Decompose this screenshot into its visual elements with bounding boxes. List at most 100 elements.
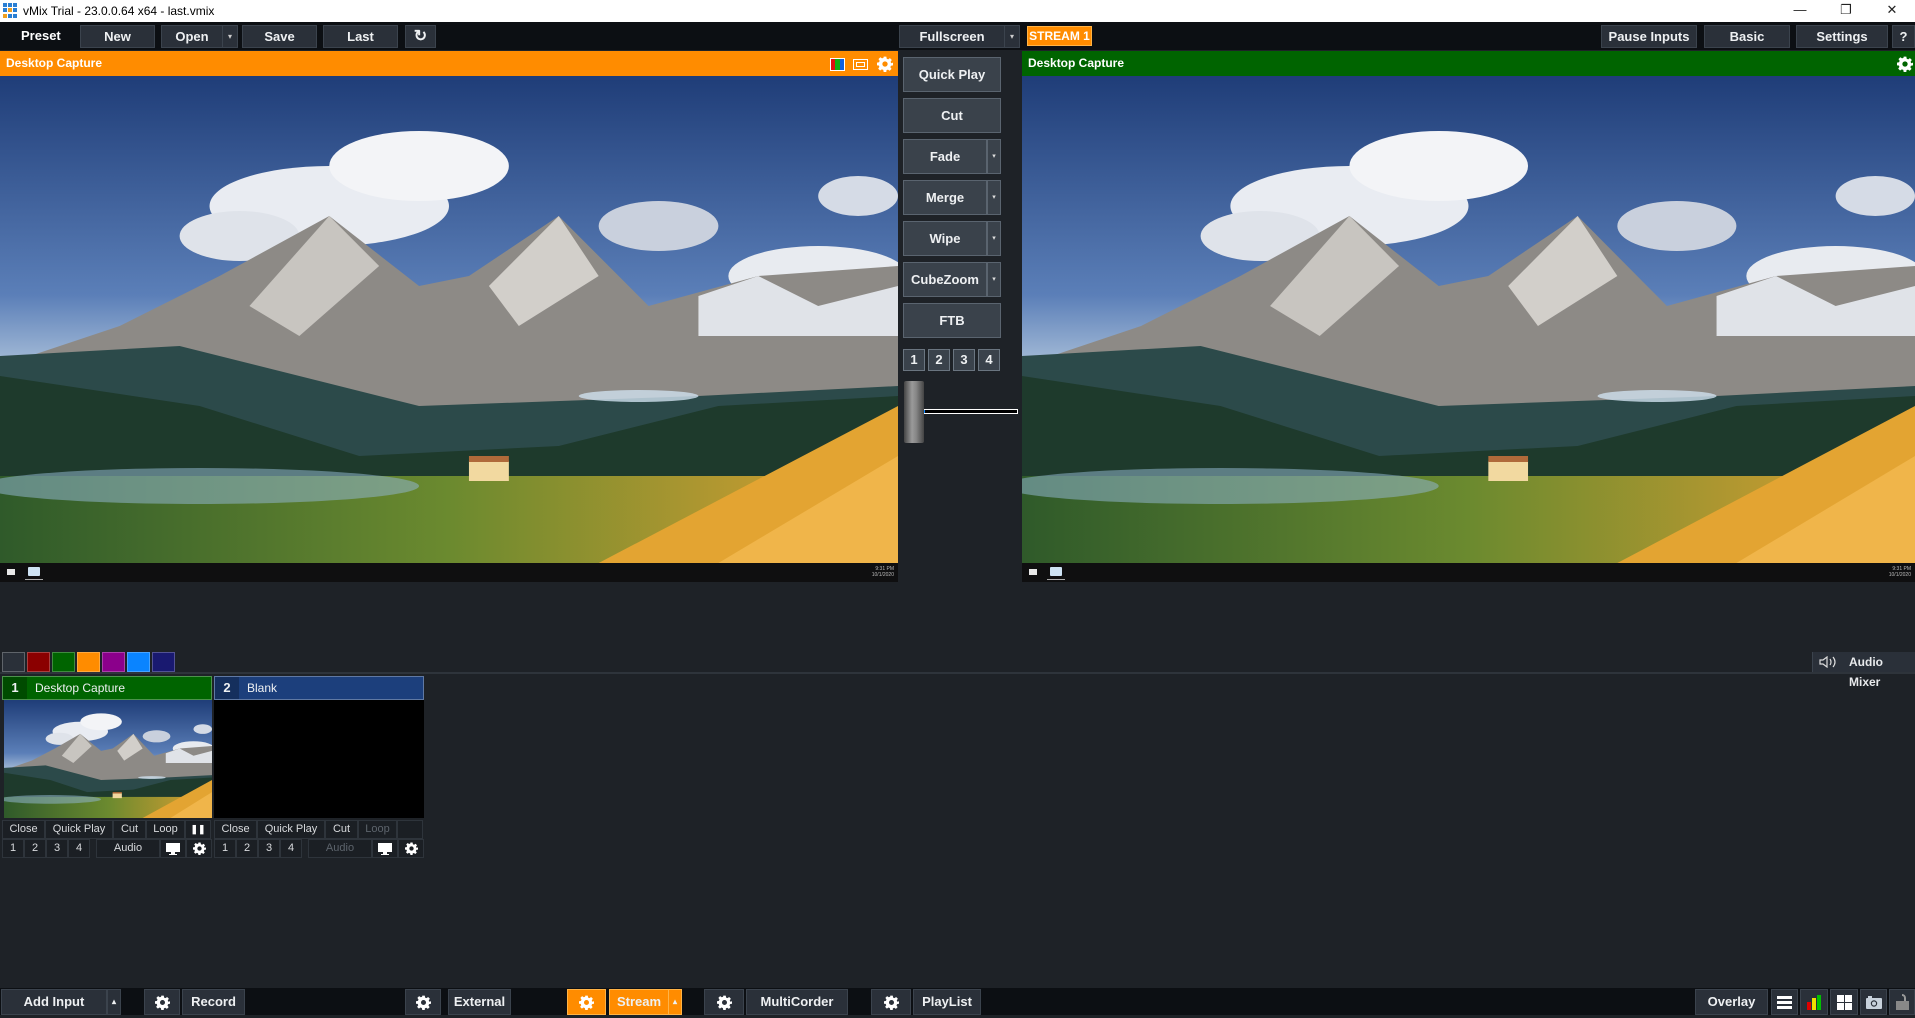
title-bar: vMix Trial - 23.0.0.64 x64 - last.vmix —…	[0, 0, 1915, 22]
fullscreen-button[interactable]: Fullscreen	[899, 25, 1005, 48]
input-2-header[interactable]: 2 Blank	[214, 676, 424, 700]
quick-play-button[interactable]: Quick Play	[903, 57, 1001, 92]
color-tab-6[interactable]	[152, 652, 175, 672]
color-correction-icon[interactable]	[830, 58, 845, 71]
overlay-button[interactable]: Overlay	[1695, 989, 1768, 1015]
color-tab-2[interactable]	[52, 652, 75, 672]
record-settings-gear-icon[interactable]	[144, 989, 180, 1015]
restore-button[interactable]: ❐	[1823, 0, 1869, 22]
cubezoom-button[interactable]: CubeZoom	[903, 262, 987, 297]
wipe-dropdown-button[interactable]: ▾	[987, 221, 1001, 256]
fade-dropdown-button[interactable]: ▾	[987, 139, 1001, 174]
wipe-button[interactable]: Wipe	[903, 221, 987, 256]
transition-4-button[interactable]: 4	[978, 349, 1000, 371]
save-button[interactable]: Save	[242, 25, 317, 48]
overlay-3-button[interactable]: 3	[258, 839, 280, 858]
input-settings-gear-icon[interactable]	[186, 839, 212, 858]
input-quick-play-button[interactable]: Quick Play	[257, 820, 325, 839]
overlay-4-button[interactable]: 4	[280, 839, 302, 858]
external-settings-gear-icon[interactable]	[405, 989, 441, 1015]
input-loop-button[interactable]: Loop	[358, 820, 397, 839]
preview-settings-gear-icon[interactable]	[877, 56, 893, 72]
stream-dropdown-button[interactable]: ▴	[668, 989, 682, 1015]
add-input-dropdown-button[interactable]: ▴	[107, 989, 121, 1015]
monitor-icon[interactable]	[160, 839, 186, 858]
t-bar-slider[interactable]	[904, 381, 924, 443]
help-button[interactable]: ?	[1892, 25, 1915, 48]
list-view-icon[interactable]	[1771, 989, 1798, 1015]
windows-start-icon	[7, 569, 15, 575]
color-tab-1[interactable]	[27, 652, 50, 672]
settings-button[interactable]: Settings	[1796, 25, 1888, 48]
multiview-grid-icon[interactable]	[1830, 989, 1858, 1015]
overlay-2-button[interactable]: 2	[236, 839, 258, 858]
basic-button[interactable]: Basic	[1704, 25, 1790, 48]
pause-icon[interactable]: ❚❚	[185, 820, 211, 839]
output-title: Desktop Capture	[1028, 56, 1125, 70]
vmix-logo-icon	[3, 3, 18, 18]
input-quick-play-button[interactable]: Quick Play	[45, 820, 113, 839]
output-video[interactable]	[1022, 76, 1915, 563]
external-button[interactable]: External	[448, 989, 511, 1015]
audio-mixer-button[interactable]: Audio Mixer	[1812, 652, 1915, 689]
input-cut-button[interactable]: Cut	[325, 820, 358, 839]
input-close-button[interactable]: Close	[214, 820, 257, 839]
preview-video[interactable]	[0, 76, 898, 563]
open-button[interactable]: Open	[161, 25, 223, 48]
overlay-1-button[interactable]: 1	[2, 839, 24, 858]
input-close-button[interactable]: Close	[2, 820, 45, 839]
panel-divider[interactable]	[0, 672, 1915, 674]
multicorder-settings-gear-icon[interactable]	[704, 989, 744, 1015]
color-tab-0[interactable]	[2, 652, 25, 672]
transition-3-button[interactable]: 3	[953, 349, 975, 371]
overlay-2-button[interactable]: 2	[24, 839, 46, 858]
cut-button[interactable]: Cut	[903, 98, 1001, 133]
open-dropdown-button[interactable]: ▾	[222, 25, 238, 48]
playlist-button[interactable]: PlayList	[913, 989, 981, 1015]
input-2-overlay-row: 1 2 3 4 Audio	[214, 839, 426, 858]
merge-button[interactable]: Merge	[903, 180, 987, 215]
input-1-thumbnail[interactable]	[4, 700, 212, 818]
stream-settings-gear-icon[interactable]	[567, 989, 606, 1015]
fullscreen-dropdown-button[interactable]: ▾	[1004, 25, 1020, 48]
new-button[interactable]: New	[80, 25, 155, 48]
transition-2-button[interactable]: 2	[928, 349, 950, 371]
color-tab-5[interactable]	[127, 652, 150, 672]
refresh-icon[interactable]: ↻	[405, 25, 436, 48]
audio-meter-icon[interactable]	[1800, 989, 1828, 1015]
input-audio-button[interactable]: Audio	[96, 839, 160, 858]
close-button[interactable]: ✕	[1869, 0, 1915, 22]
merge-dropdown-button[interactable]: ▾	[987, 180, 1001, 215]
overlay-4-button[interactable]: 4	[68, 839, 90, 858]
input-name: Desktop Capture	[35, 681, 126, 695]
overlay-1-button[interactable]: 1	[214, 839, 236, 858]
playlist-settings-gear-icon[interactable]	[871, 989, 911, 1015]
add-input-button[interactable]: Add Input	[1, 989, 107, 1015]
safe-area-icon[interactable]	[853, 59, 868, 70]
output-settings-gear-icon[interactable]	[1897, 56, 1913, 72]
stream-button[interactable]: Stream	[609, 989, 669, 1015]
transition-1-button[interactable]: 1	[903, 349, 925, 371]
color-tab-4[interactable]	[102, 652, 125, 672]
lock-icon[interactable]	[1889, 989, 1915, 1015]
input-audio-button[interactable]: Audio	[308, 839, 372, 858]
input-1-header[interactable]: 1 Desktop Capture	[2, 676, 212, 700]
cubezoom-dropdown-button[interactable]: ▾	[987, 262, 1001, 297]
stream-status-badge[interactable]: STREAM 1	[1027, 26, 1092, 46]
pause-inputs-button[interactable]: Pause Inputs	[1601, 25, 1697, 48]
fade-button[interactable]: Fade	[903, 139, 987, 174]
input-cut-button[interactable]: Cut	[113, 820, 146, 839]
monitor-icon[interactable]	[372, 839, 398, 858]
last-button[interactable]: Last	[323, 25, 398, 48]
ftb-button[interactable]: FTB	[903, 303, 1001, 338]
input-loop-button[interactable]: Loop	[146, 820, 185, 839]
multicorder-button[interactable]: MultiCorder	[746, 989, 848, 1015]
color-tab-3[interactable]	[77, 652, 100, 672]
input-2-thumbnail[interactable]	[214, 700, 424, 818]
minimize-button[interactable]: —	[1777, 0, 1823, 22]
record-button[interactable]: Record	[182, 989, 245, 1015]
input-settings-gear-icon[interactable]	[398, 839, 424, 858]
output-clock: 9:31 PM 10/1/2020	[1888, 566, 1911, 578]
overlay-3-button[interactable]: 3	[46, 839, 68, 858]
snapshot-camera-icon[interactable]	[1860, 989, 1887, 1015]
